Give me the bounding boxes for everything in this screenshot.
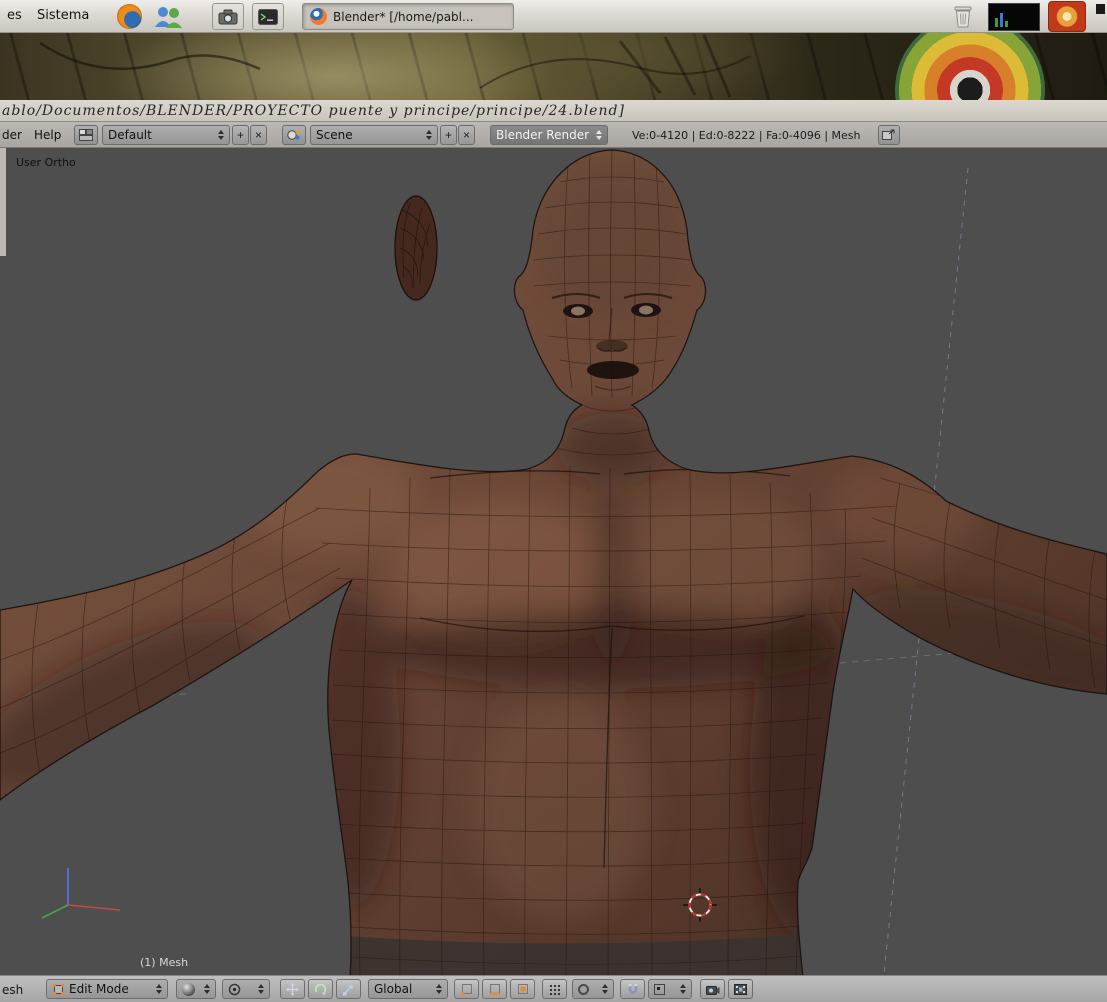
dropdown-arrows-icon [218, 130, 224, 140]
view-mode-label: User Ortho [16, 156, 76, 169]
mesh-shading [0, 158, 1107, 938]
window-titlebar[interactable]: ablo/Documentos/BLENDER/PROYECTO puente … [0, 100, 1107, 122]
edge-select-button[interactable] [482, 979, 507, 999]
menu-help[interactable]: Help [34, 128, 61, 142]
dropdown-arrows-icon [596, 130, 602, 140]
blender-logo-icon [310, 8, 327, 25]
snap-element-icon [654, 983, 665, 995]
face-select-button[interactable] [510, 979, 535, 999]
scene-browse-button[interactable] [282, 125, 306, 145]
plus-icon: + [444, 128, 452, 142]
object-info-label: (1) Mesh [140, 956, 189, 969]
scene-stats: Ve:0-4120 | Ed:0-8222 | Fa:0-4096 | Mesh [632, 129, 861, 142]
orientation-label: Global [374, 982, 413, 996]
dropdown-arrows-icon [602, 984, 608, 994]
screen: es Sistema Blender* [/home/pabl... ablo/… [0, 0, 1107, 1002]
screenshot-launcher[interactable] [212, 3, 244, 30]
screen-layout-dropdown[interactable]: Default [102, 125, 230, 145]
screen-layout-label: Default [108, 128, 152, 142]
taskbar-window-label: Blender* [/home/pabl... [333, 9, 474, 24]
menu-mesh-truncated[interactable]: esh [2, 983, 23, 997]
manipulator-scale-button[interactable] [336, 979, 361, 999]
users-icon[interactable] [153, 5, 183, 29]
menu-render-truncated[interactable]: der [2, 128, 22, 142]
edit-mode-icon [52, 983, 65, 995]
dropdown-arrows-icon [204, 984, 210, 994]
info-header: der Help Default + × Scene + × Blender R… [0, 122, 1107, 148]
dropdown-arrows-icon [156, 984, 162, 994]
pivot-point-dropdown[interactable] [222, 979, 270, 999]
menu-applications-truncated[interactable]: es [7, 8, 22, 23]
dropdown-arrows-icon [426, 130, 432, 140]
dot-grid-icon [548, 982, 561, 996]
scale-icon [343, 984, 353, 995]
snap-element-dropdown[interactable] [648, 979, 692, 999]
mesh-object[interactable] [0, 148, 1107, 975]
magnet-icon [628, 983, 637, 994]
dropdown-arrows-icon [436, 984, 442, 994]
scene-label: Scene [316, 128, 353, 142]
dropdown-arrows-icon [258, 984, 264, 994]
desktop-wallpaper [0, 33, 1107, 100]
render-engine-label: Blender Render [496, 128, 590, 142]
proportional-edit-dropdown[interactable] [572, 979, 614, 999]
terminal-launcher[interactable] [252, 3, 284, 30]
orientation-dropdown[interactable]: Global [368, 979, 448, 999]
window-arrow-icon [882, 129, 895, 140]
opengl-render-anim-button[interactable] [728, 979, 753, 999]
camera-icon [218, 9, 238, 24]
window-edge [0, 148, 6, 256]
menu-system[interactable]: Sistema [37, 8, 89, 23]
snap-toggle-button[interactable] [620, 979, 645, 999]
plus-icon: + [236, 128, 244, 142]
trash-icon[interactable] [952, 5, 974, 29]
film-strip-icon [734, 983, 747, 995]
panel-applet-sliver [1096, 4, 1105, 14]
axis-gizmo [41, 868, 121, 919]
opengl-render-button[interactable] [700, 979, 725, 999]
translate-icon [286, 982, 299, 996]
dropdown-arrows-icon [680, 984, 686, 994]
firefox-icon[interactable] [117, 4, 142, 29]
editor-type-button[interactable] [74, 125, 98, 145]
scene-dropdown[interactable]: Scene [310, 125, 438, 145]
delete-layout-button[interactable]: × [250, 125, 267, 145]
edge-select-icon [489, 984, 500, 995]
viewport-3d[interactable]: User Ortho (1) Mesh [0, 148, 1107, 975]
view3d-header: esh Edit Mode Global [0, 975, 1107, 1002]
close-icon: × [254, 128, 262, 142]
add-scene-button[interactable]: + [440, 125, 457, 145]
wallpaper-rainbow-art [895, 33, 1045, 100]
manipulator-translate-button[interactable] [280, 979, 305, 999]
close-icon: × [462, 128, 470, 142]
window-duplicate-button[interactable] [878, 125, 900, 145]
taskbar-window-button[interactable]: Blender* [/home/pabl... [302, 3, 514, 30]
viewport-shading-dropdown[interactable] [176, 979, 216, 999]
mode-dropdown[interactable]: Edit Mode [46, 979, 168, 999]
face-select-icon [517, 984, 528, 994]
delete-scene-button[interactable]: × [458, 125, 475, 145]
render-camera-icon [705, 985, 719, 995]
editor-grid-icon [79, 129, 93, 141]
system-monitor-applet[interactable] [988, 3, 1040, 31]
terminal-icon [258, 8, 278, 25]
dense-ear-mesh [394, 195, 438, 301]
scene-icon [287, 130, 300, 140]
vertex-select-icon [460, 984, 472, 995]
occlude-geometry-button[interactable] [542, 979, 567, 999]
pivot-icon [228, 983, 241, 995]
add-layout-button[interactable]: + [232, 125, 249, 145]
vertex-select-button[interactable] [454, 979, 479, 999]
render-engine-dropdown[interactable]: Blender Render [490, 125, 608, 145]
desktop-panel: es Sistema Blender* [/home/pabl... [0, 0, 1107, 33]
firefox-updater-icon[interactable] [1048, 1, 1086, 32]
rotate-icon [314, 983, 327, 996]
mode-label: Edit Mode [69, 982, 129, 996]
manipulator-rotate-button[interactable] [308, 979, 333, 999]
proportional-circle-icon [578, 983, 589, 995]
window-title-text: ablo/Documentos/BLENDER/PROYECTO puente … [2, 102, 625, 119]
shading-sphere-icon [182, 982, 195, 996]
